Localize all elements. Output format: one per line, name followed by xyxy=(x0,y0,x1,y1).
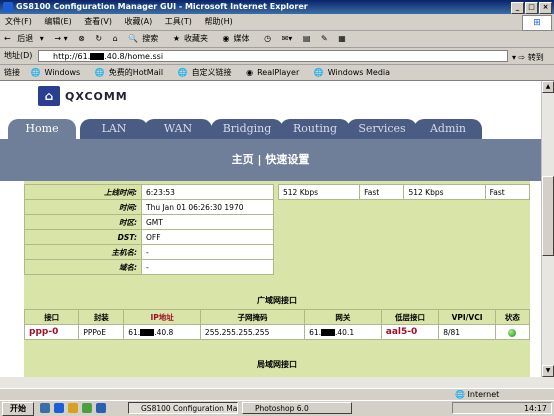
favorites-button[interactable]: ★ 收藏夹 xyxy=(173,34,212,43)
task-photoshop[interactable]: Photoshop 6.0 xyxy=(242,402,352,414)
tab-services[interactable]: Services xyxy=(347,119,417,139)
window-title-bar: GS8100 Configuration Manager GUI - Micro… xyxy=(0,0,554,14)
menu-file[interactable]: 文件(F) xyxy=(5,17,32,26)
table-row: 512 Kbps Fast 512 Kbps Fast xyxy=(277,184,531,200)
nav-tabs: Home LAN WAN Bridging Routing Services A… xyxy=(0,119,541,139)
scroll-down-icon[interactable]: ▼ xyxy=(542,365,554,377)
scroll-up-icon[interactable]: ▲ xyxy=(542,81,554,93)
refresh-icon[interactable]: ↻ xyxy=(95,34,102,43)
status-led-icon xyxy=(508,328,517,337)
redaction-mark xyxy=(321,329,336,336)
logo-text: QXCOMM xyxy=(65,89,128,103)
wan-section-title: 广域网接口 xyxy=(257,296,297,305)
address-bar: 地址(D) http://61. .40.8/home.ssi ▾ ⇨ 转到 xyxy=(0,48,554,65)
wan-ip-cell: 61. .40.8 xyxy=(123,324,201,340)
wan-table: 接口 封装 IP地址 子网掩码 网关 低层接口 VPI/VCI 状态 ppp-0… xyxy=(23,309,531,340)
table-row: ppp-0 PPPoE 61. .40.8 255.255.255.255 61.… xyxy=(23,324,531,340)
sub-navigation[interactable]: 主页 | 快速设置 xyxy=(0,139,541,181)
edit-icon[interactable]: ✎ xyxy=(321,34,328,43)
table-header-row: 接口 封装 IP地址 子网掩码 网关 低层接口 VPI/VCI 状态 xyxy=(23,309,531,325)
taskbar: 开始 GS8100 Configuration Ma... Photoshop … xyxy=(0,400,554,416)
start-button[interactable]: 开始 xyxy=(2,402,34,416)
logo-icon: ⌂ xyxy=(38,86,60,106)
history-icon[interactable]: ◷ xyxy=(264,34,271,43)
link-windows[interactable]: 🌐 Windows xyxy=(31,68,85,77)
mail-icon[interactable]: ✉▾ xyxy=(282,34,293,43)
system-info-table: 上线时间: 6:23:53 时间: Thu Jan 01 06:26:30 1970… xyxy=(24,184,274,275)
redaction-mark xyxy=(90,53,105,60)
explorer-icon[interactable] xyxy=(96,403,106,413)
lan-section-title: 局域网接口 xyxy=(257,360,297,369)
forward-button[interactable]: → ▾ xyxy=(54,34,67,43)
scroll-thumb[interactable] xyxy=(542,176,554,256)
minimize-button[interactable]: _ xyxy=(511,2,524,14)
desktop-icon[interactable] xyxy=(40,403,50,413)
table-row: 上线时间: 6:23:53 xyxy=(24,184,274,200)
vertical-scrollbar[interactable]: ▲ ▼ xyxy=(541,81,554,377)
ie-quicklaunch-icon[interactable] xyxy=(54,403,64,413)
links-bar: 链接 🌐 Windows 🌐 免费的HotMail 🌐 自定义链接 ◉ RealPlay… xyxy=(0,65,554,81)
table-row: 时区: GMT xyxy=(24,214,274,230)
table-row: 主机名: - xyxy=(24,244,274,260)
outlook-icon[interactable] xyxy=(68,403,78,413)
wan-interface-link[interactable]: ppp-0 xyxy=(23,324,80,340)
tab-admin[interactable]: Admin xyxy=(414,119,482,139)
menu-favorites[interactable]: 收藏(A) xyxy=(125,17,153,26)
lower-interface-link[interactable]: aal5-0 xyxy=(380,324,440,340)
menu-bar: 文件(F) 编辑(E) 查看(V) 收藏(A) 工具(T) 帮助(H) xyxy=(0,14,554,31)
menu-edit[interactable]: 编辑(E) xyxy=(44,17,71,26)
media-player-icon[interactable] xyxy=(82,403,92,413)
ie-icon xyxy=(3,2,13,12)
tab-home[interactable]: Home xyxy=(8,119,76,139)
address-label: 地址(D) xyxy=(4,51,33,60)
tab-wan[interactable]: WAN xyxy=(144,119,212,139)
redaction-mark xyxy=(140,329,155,336)
window-title: GS8100 Configuration Manager GUI - Micro… xyxy=(16,2,308,11)
link-realplayer[interactable]: ◉ RealPlayer xyxy=(246,68,303,77)
link-windows-media[interactable]: 🌐 Windows Media xyxy=(314,68,394,77)
back-button[interactable]: ← 后退 ▾ xyxy=(4,34,44,43)
menu-view[interactable]: 查看(V) xyxy=(84,17,112,26)
tab-bridging[interactable]: Bridging xyxy=(211,119,283,139)
tab-routing[interactable]: Routing xyxy=(280,119,350,139)
tab-lan[interactable]: LAN xyxy=(80,119,148,139)
wan-gateway-cell: 61. .40.1 xyxy=(304,324,382,340)
task-ie-window[interactable]: GS8100 Configuration Ma... xyxy=(128,402,238,414)
toolbar: ← 后退 ▾ → ▾ ⊗ ↻ ⌂ 🔍 搜索 ★ 收藏夹 ◉ 媒体 ◷ ✉▾ ▤ ✎ ▦ xyxy=(0,31,554,48)
link-hotmail[interactable]: 🌐 免费的HotMail xyxy=(95,68,167,77)
port-stats-table: 512 Kbps Fast 512 Kbps Fast xyxy=(277,184,531,200)
system-tray: 14:17 xyxy=(452,402,552,414)
home-icon[interactable]: ⌂ xyxy=(113,34,118,43)
table-row: DST: OFF xyxy=(24,229,274,245)
page-content: ⌂ QXCOMM Home LAN WAN Bridging Routing S… xyxy=(0,81,541,377)
clock: 14:17 xyxy=(523,404,547,413)
horizontal-scrollbar[interactable] xyxy=(0,377,554,388)
address-input[interactable]: http://61. .40.8/home.ssi xyxy=(38,50,508,62)
windows-logo-icon: ⊞ xyxy=(522,15,552,31)
table-row: 域名: - xyxy=(24,259,274,275)
media-button[interactable]: ◉ 媒体 xyxy=(223,34,254,43)
print-icon[interactable]: ▤ xyxy=(303,34,311,43)
discuss-icon[interactable]: ▦ xyxy=(338,34,346,43)
table-row: 时间: Thu Jan 01 06:26:30 1970 xyxy=(24,199,274,215)
go-button[interactable]: ▾ ⇨ 转到 xyxy=(512,50,544,66)
brand-logo: ⌂ QXCOMM xyxy=(38,86,128,106)
menu-tools[interactable]: 工具(T) xyxy=(165,17,192,26)
links-label: 链接 xyxy=(4,68,20,77)
status-panel: 上线时间: 6:23:53 时间: Thu Jan 01 06:26:30 1970… xyxy=(23,181,531,377)
link-custom[interactable]: 🌐 自定义链接 xyxy=(178,68,236,77)
menu-help[interactable]: 帮助(H) xyxy=(204,17,232,26)
close-button[interactable]: × xyxy=(539,2,552,14)
search-button[interactable]: 🔍 搜索 xyxy=(128,34,162,43)
stop-icon[interactable]: ⊗ xyxy=(78,34,85,43)
maximize-button[interactable]: □ xyxy=(525,2,538,14)
